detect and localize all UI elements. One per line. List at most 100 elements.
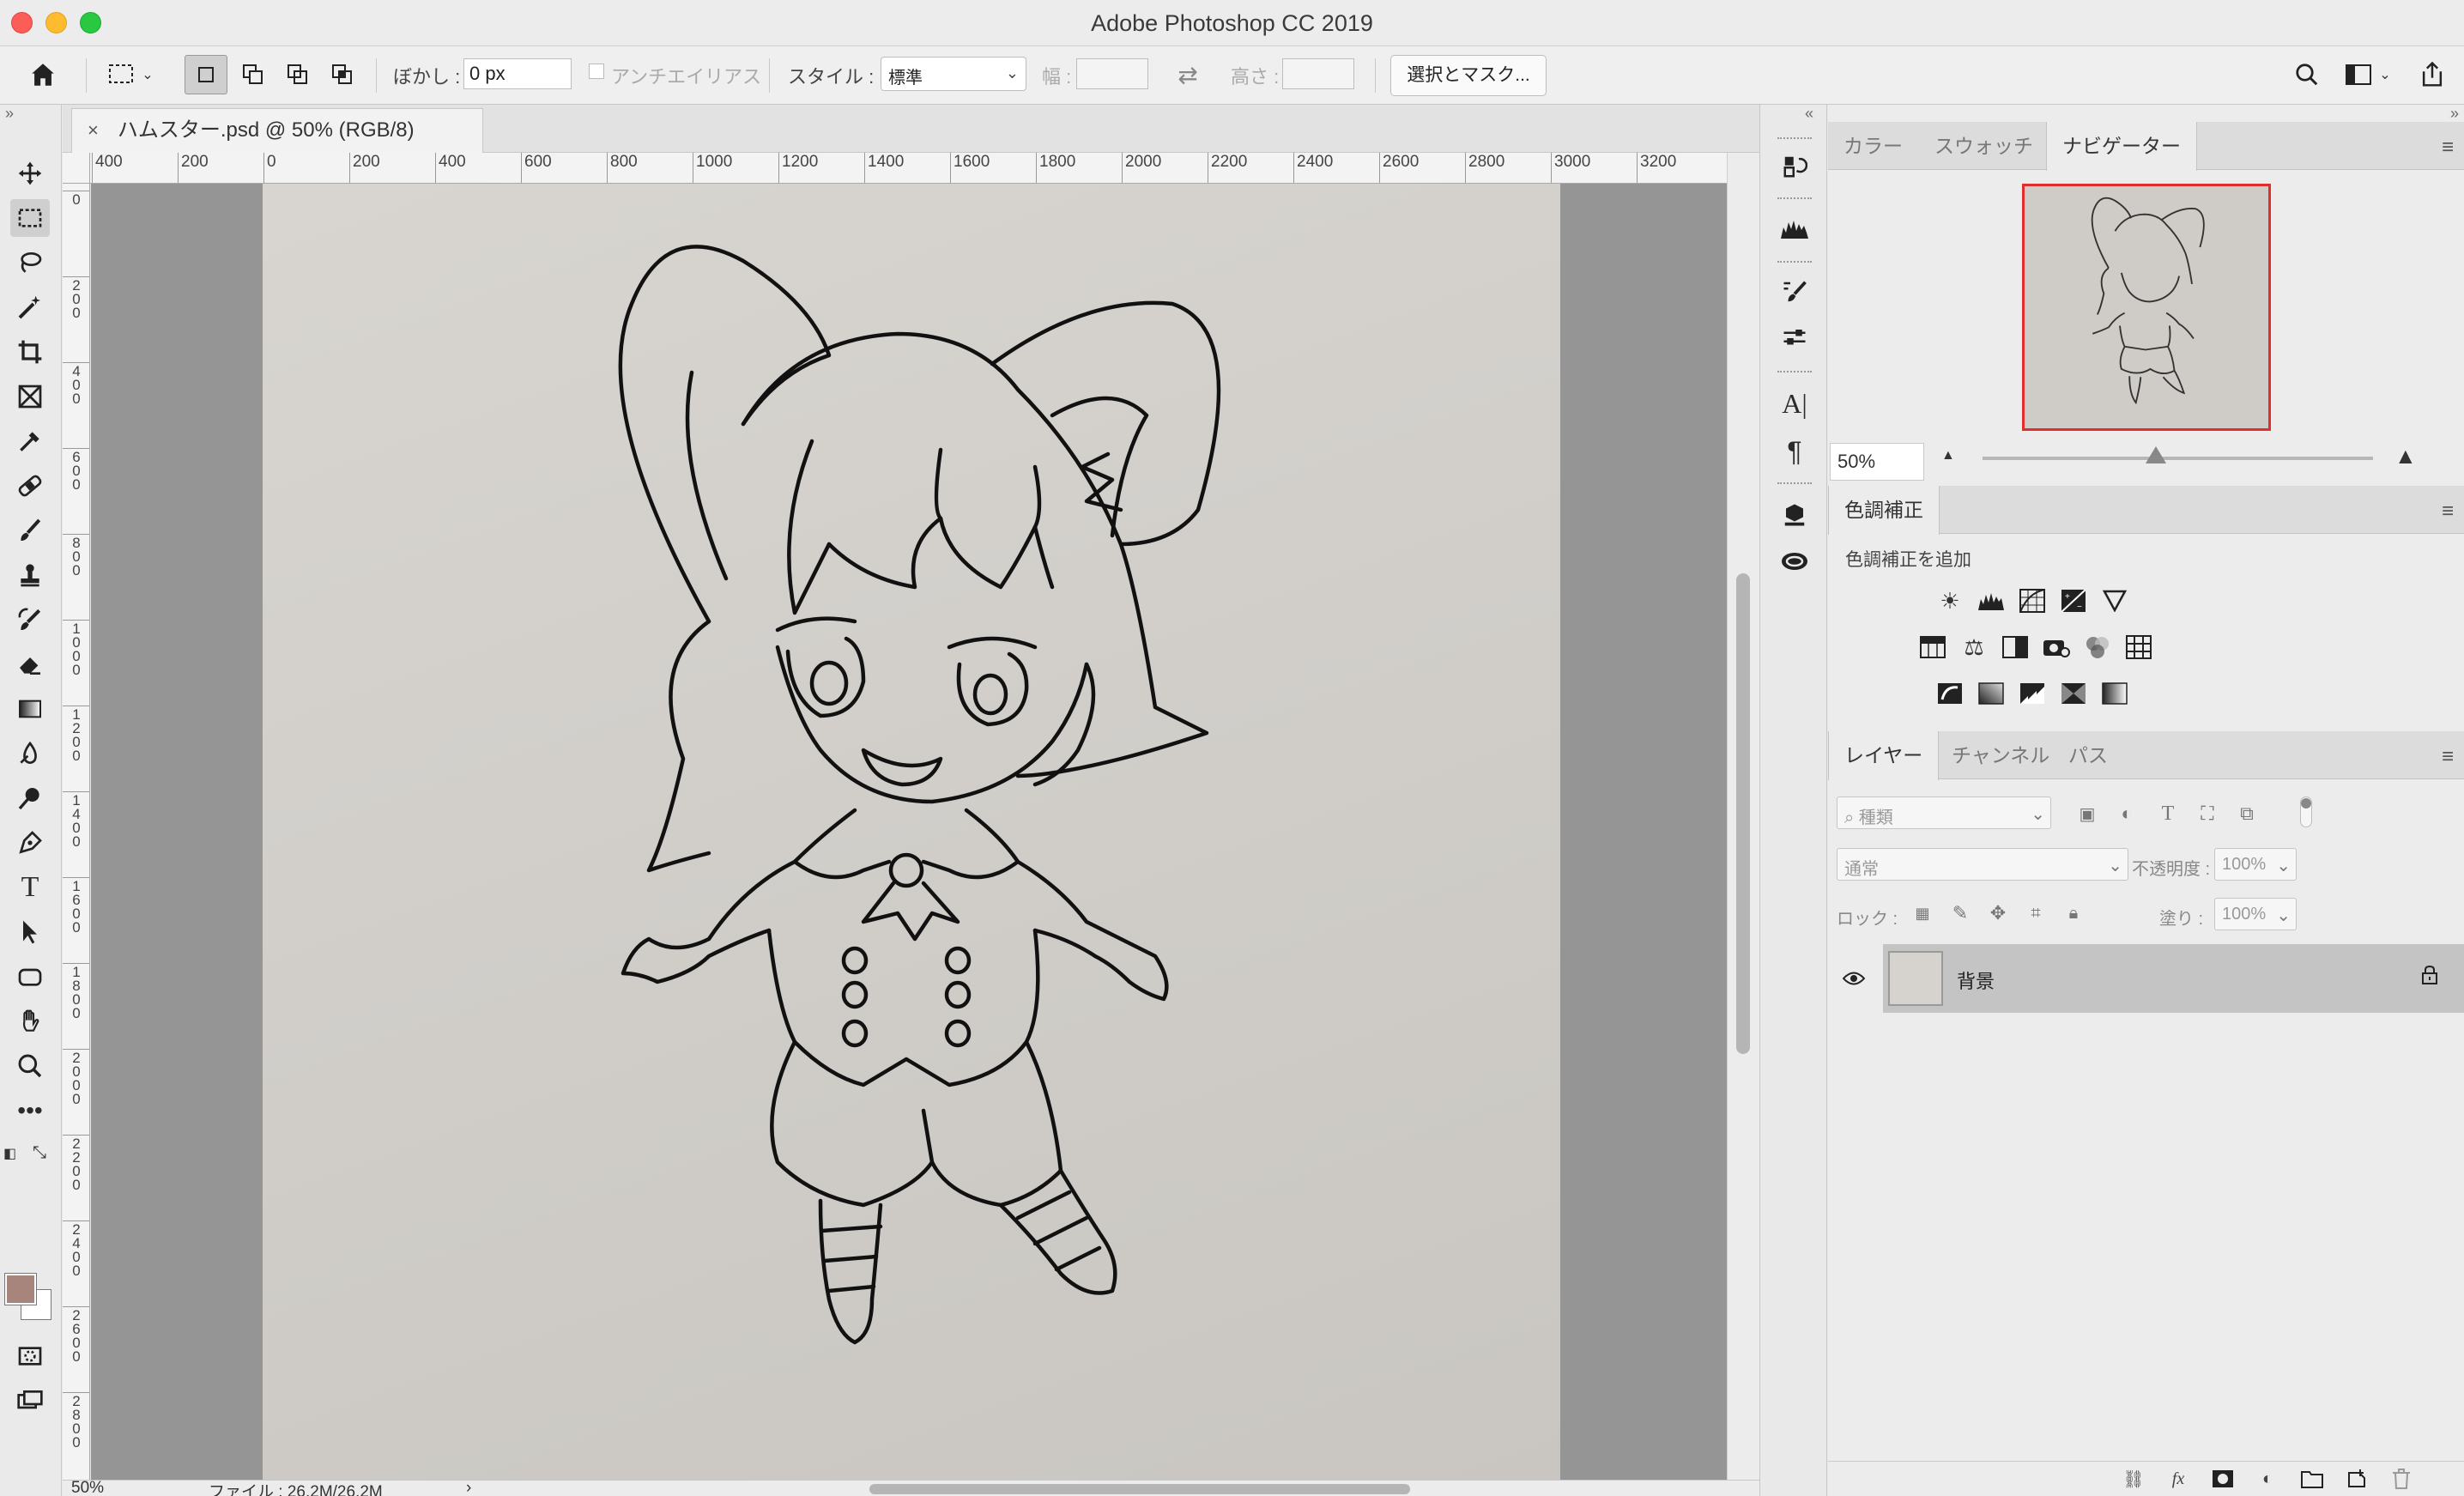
- style-select[interactable]: 標準 ⌄: [881, 57, 1026, 91]
- tab-paths[interactable]: パス: [2053, 731, 2123, 779]
- 3d-panel-icon[interactable]: [1776, 496, 1813, 534]
- gradient-map-icon[interactable]: [2099, 678, 2130, 709]
- screen-mode-icon[interactable]: [10, 1382, 50, 1420]
- stamp-tool-icon[interactable]: [10, 556, 50, 594]
- creative-cloud-libraries-icon[interactable]: [1776, 542, 1813, 580]
- fill-input[interactable]: 100% ⌄: [2214, 898, 2297, 930]
- brush-presets-panel-icon[interactable]: [1776, 319, 1813, 357]
- antialias-checkbox[interactable]: [589, 64, 604, 79]
- vertical-ruler[interactable]: 0 200 400 600 800 1000 1200 1400 1600 1800 2000 220…: [63, 184, 90, 1480]
- subtract-selection-button[interactable]: [276, 55, 319, 94]
- filter-pixel-icon[interactable]: ▣: [2072, 798, 2103, 829]
- type-tool-icon[interactable]: T: [10, 869, 50, 906]
- filter-adjustment-icon[interactable]: ◐: [2111, 798, 2142, 829]
- lock-artboard-icon[interactable]: ⌗: [2020, 898, 2051, 929]
- threshold-icon[interactable]: [2017, 678, 2048, 709]
- vertical-scroll-thumb[interactable]: [1736, 573, 1750, 1054]
- ruler-origin[interactable]: [63, 153, 90, 184]
- swap-dimensions-icon[interactable]: ⇄: [1169, 55, 1207, 94]
- new-layer-icon[interactable]: [2343, 1467, 2370, 1491]
- lasso-tool-icon[interactable]: [10, 244, 50, 282]
- zoom-in-icon[interactable]: ▲: [2394, 443, 2417, 469]
- filter-shape-icon[interactable]: ⛶: [2192, 798, 2223, 829]
- filter-type-icon[interactable]: T: [2152, 798, 2183, 829]
- histogram-panel-icon[interactable]: [1776, 209, 1813, 247]
- tab-swatches[interactable]: スウォッチ: [1919, 122, 2049, 170]
- quick-mask-icon[interactable]: [10, 1337, 50, 1375]
- more-tools-icon[interactable]: •••: [10, 1092, 50, 1130]
- lock-position-icon[interactable]: ✥: [1983, 898, 2013, 929]
- filter-toggle[interactable]: [2300, 796, 2312, 827]
- workspace-switcher[interactable]: ⌄: [2338, 55, 2398, 94]
- collapse-dock-icon[interactable]: «: [1805, 105, 1813, 123]
- channel-mixer-icon[interactable]: [2082, 632, 2113, 663]
- canvas-area[interactable]: [91, 184, 1727, 1480]
- link-layers-icon[interactable]: ⛓: [2120, 1467, 2147, 1491]
- hue-saturation-icon[interactable]: [1917, 632, 1948, 663]
- select-and-mask-button[interactable]: 選択とマスク...: [1390, 55, 1547, 96]
- selective-color-icon[interactable]: [2058, 678, 2089, 709]
- brush-tool-icon[interactable]: [10, 512, 50, 549]
- levels-icon[interactable]: [1976, 585, 2007, 616]
- search-icon[interactable]: [2288, 55, 2326, 94]
- photo-filter-icon[interactable]: [2041, 632, 2072, 663]
- lock-image-icon[interactable]: ✎: [1945, 898, 1976, 929]
- layer-lock-icon[interactable]: [2421, 965, 2438, 990]
- delete-layer-icon[interactable]: [2388, 1467, 2415, 1491]
- hand-tool-icon[interactable]: [10, 1002, 50, 1040]
- magic-wand-tool-icon[interactable]: [10, 288, 50, 326]
- invert-icon[interactable]: [1934, 678, 1965, 709]
- new-group-icon[interactable]: [2298, 1467, 2326, 1491]
- lock-transparent-icon[interactable]: ▦: [1907, 898, 1938, 929]
- lock-all-icon[interactable]: 🔒︎: [2058, 898, 2089, 929]
- dodge-tool-icon[interactable]: [10, 779, 50, 817]
- panel-menu-icon[interactable]: ≡: [2442, 745, 2454, 769]
- new-selection-button[interactable]: [185, 55, 227, 94]
- brightness-contrast-icon[interactable]: ☀: [1934, 585, 1965, 616]
- expand-panels-icon[interactable]: »: [2450, 105, 2459, 123]
- panel-menu-icon[interactable]: ≡: [2442, 500, 2454, 524]
- feather-input[interactable]: [463, 58, 572, 89]
- blur-tool-icon[interactable]: [10, 735, 50, 772]
- color-lookup-icon[interactable]: [2123, 632, 2154, 663]
- layer-kind-filter[interactable]: ⌕ 種類 ⌄: [1837, 796, 2051, 829]
- black-white-icon[interactable]: [2000, 632, 2031, 663]
- status-zoom[interactable]: 50%: [71, 1481, 104, 1496]
- add-mask-icon[interactable]: [2209, 1467, 2237, 1491]
- move-tool-icon[interactable]: [10, 154, 50, 192]
- character-panel-icon[interactable]: A|: [1776, 385, 1813, 422]
- eraser-tool-icon[interactable]: [10, 645, 50, 683]
- horizontal-ruler[interactable]: 400 200 0 200 400 600 800 1000 1200 1400 1600 1800 2…: [90, 153, 1727, 184]
- opacity-input[interactable]: 100% ⌄: [2214, 848, 2297, 881]
- rectangle-tool-icon[interactable]: [10, 958, 50, 996]
- height-input[interactable]: [1282, 58, 1354, 89]
- path-selection-tool-icon[interactable]: [10, 913, 50, 951]
- navigator-zoom-knob[interactable]: [2146, 446, 2166, 463]
- rect-marquee-tool-icon[interactable]: [10, 199, 50, 237]
- crop-tool-icon[interactable]: [10, 333, 50, 371]
- marquee-preset-picker[interactable]: ⌄: [96, 55, 165, 94]
- default-colors-icon[interactable]: ◧: [3, 1145, 16, 1162]
- brush-settings-panel-icon[interactable]: [1776, 273, 1813, 311]
- layer-row-background[interactable]: 背景: [1883, 944, 2464, 1013]
- document-tab[interactable]: × ハムスター.psd @ 50% (RGB/8): [71, 108, 483, 153]
- filter-smart-object-icon[interactable]: ⧉: [2231, 798, 2262, 829]
- tab-layers[interactable]: レイヤー: [1828, 731, 1940, 780]
- add-to-selection-button[interactable]: [232, 55, 275, 94]
- color-balance-icon[interactable]: ⚖: [1958, 632, 1989, 663]
- share-icon[interactable]: [2413, 55, 2451, 94]
- tab-channels[interactable]: チャンネル: [1936, 731, 2065, 779]
- new-adjustment-layer-icon[interactable]: ◐: [2254, 1467, 2281, 1491]
- history-brush-tool-icon[interactable]: [10, 601, 50, 639]
- eyedropper-tool-icon[interactable]: [10, 422, 50, 460]
- exposure-icon[interactable]: + −: [2058, 585, 2089, 616]
- blend-mode-select[interactable]: 通常 ⌄: [1837, 848, 2128, 881]
- swap-colors-icon[interactable]: ⤡: [33, 1143, 46, 1163]
- width-input[interactable]: [1076, 58, 1148, 89]
- navigator-preview[interactable]: [2022, 184, 2271, 431]
- tab-navigator[interactable]: ナビゲーター: [2046, 122, 2197, 171]
- layer-visibility-eye-icon[interactable]: [1838, 963, 1869, 994]
- horizontal-scroll-thumb[interactable]: [869, 1484, 1410, 1494]
- vertical-scrollbar[interactable]: [1727, 153, 1759, 1480]
- healing-brush-tool-icon[interactable]: [10, 467, 50, 505]
